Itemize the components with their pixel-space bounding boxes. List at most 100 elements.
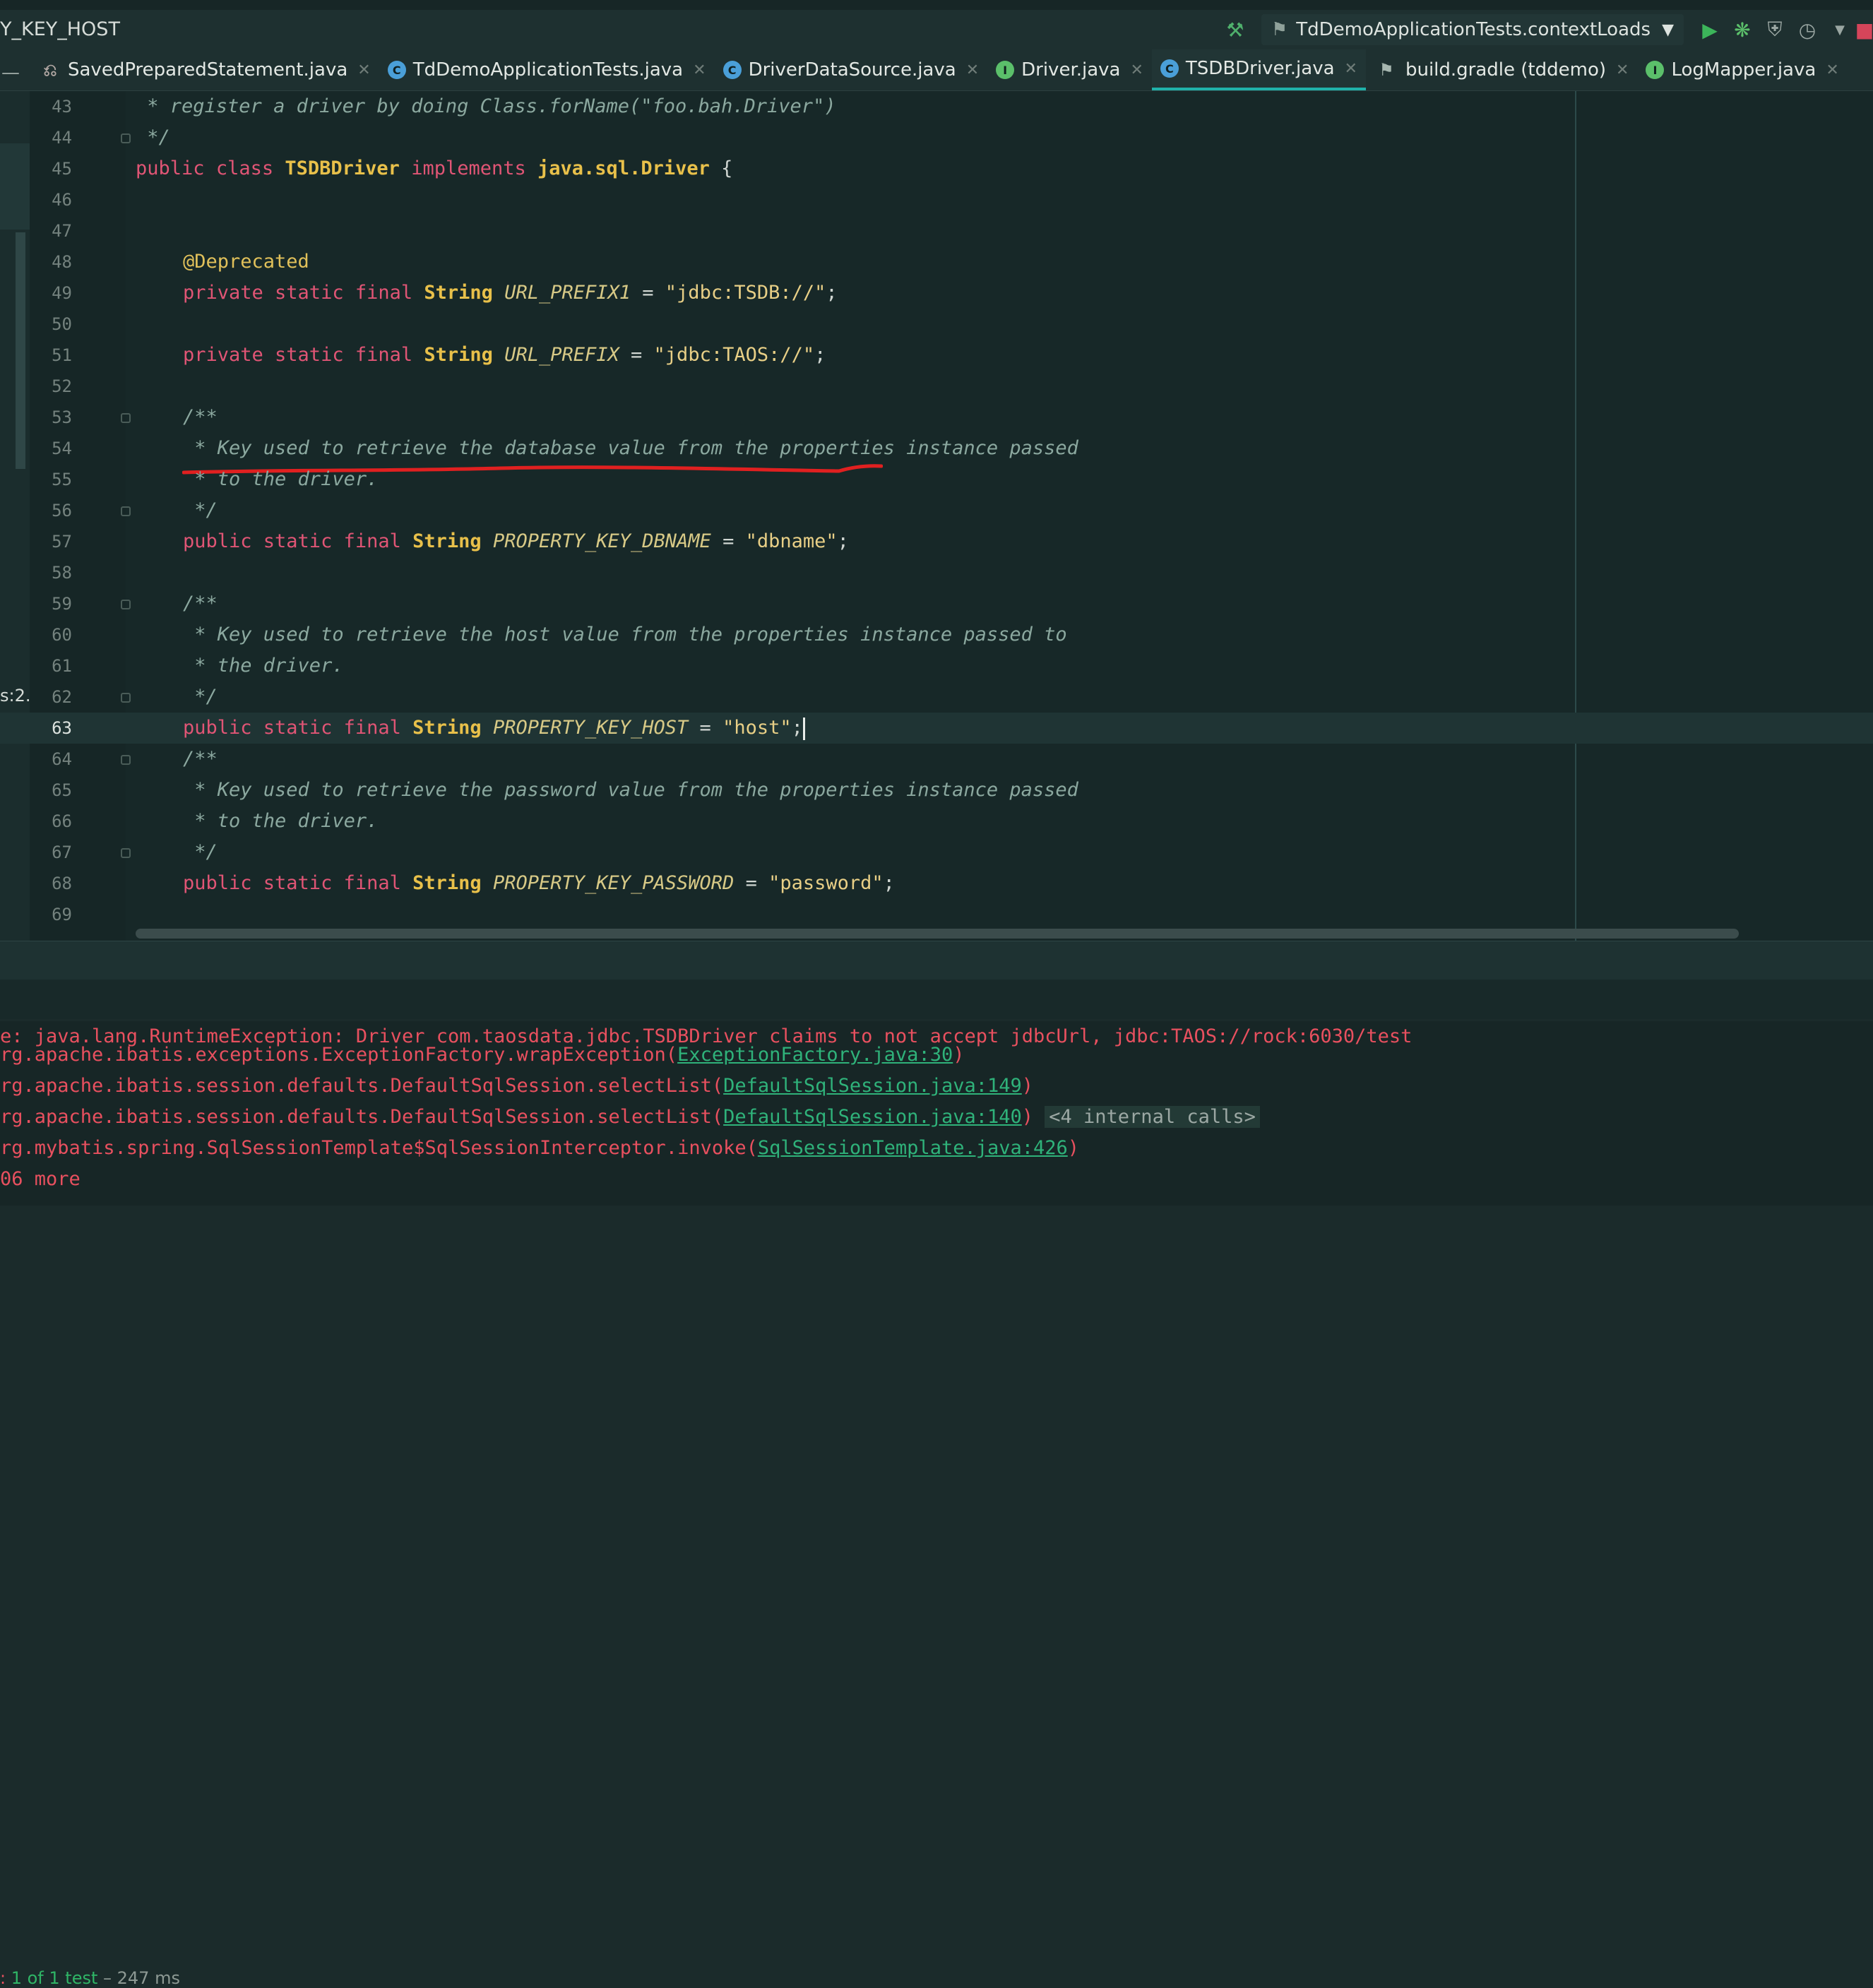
- tab-label: build.gradle (tddemo): [1405, 59, 1607, 81]
- test-pass-count: 1 of 1 test: [11, 1968, 98, 1988]
- string-literal: "jdbc:TSDB://": [665, 282, 826, 304]
- line-number: 45: [52, 159, 72, 179]
- code-line-68: public static final String PROPERTY_KEY_…: [183, 868, 895, 899]
- profile-icon[interactable]: ◷: [1791, 18, 1824, 42]
- stack-trace-line: 06 more: [0, 1168, 81, 1190]
- fold-marker[interactable]: [121, 133, 131, 143]
- line-number: 69: [52, 905, 72, 924]
- stop-icon[interactable]: ■: [1855, 18, 1873, 42]
- source-link[interactable]: DefaultSqlSession.java:140: [723, 1106, 1022, 1128]
- fold-marker[interactable]: [121, 693, 131, 703]
- close-icon[interactable]: ✕: [1826, 61, 1838, 79]
- breadcrumb[interactable]: Y_KEY_HOST: [0, 18, 120, 40]
- code-line-53: /**: [183, 406, 218, 428]
- fold-marker[interactable]: [121, 506, 131, 516]
- code-line-45: public class TSDBDriver implements java.…: [136, 153, 732, 184]
- tab-driver[interactable]: I Driver.java ✕: [987, 49, 1152, 90]
- project-panel-edge: s:2.: [0, 91, 31, 941]
- interface-icon: I: [996, 61, 1015, 79]
- test-duration: – 247 ms: [97, 1968, 180, 1988]
- stack-trace-line: rg.apache.ibatis.exceptions.ExceptionFac…: [0, 1040, 964, 1071]
- code-line-67: */: [183, 841, 218, 863]
- source-link[interactable]: SqlSessionTemplate.java:426: [758, 1137, 1068, 1159]
- line-number: 49: [52, 283, 72, 303]
- tab-tddemoapplicationtests[interactable]: C TdDemoApplicationTests.java ✕: [379, 49, 715, 90]
- stack-frame-text: rg.mybatis.spring.SqlSessionTemplate$Sql…: [0, 1137, 758, 1159]
- keyword: class: [215, 157, 274, 179]
- code-line-55: * to the driver.: [183, 468, 379, 490]
- close-icon[interactable]: ✕: [357, 61, 370, 79]
- close-icon[interactable]: ✕: [966, 61, 979, 79]
- semicolon: ;: [791, 717, 803, 739]
- panel-scroll-marker[interactable]: [16, 232, 25, 469]
- more-run-options-icon[interactable]: ▼: [1824, 23, 1856, 37]
- fold-marker[interactable]: [121, 413, 131, 423]
- gradle-icon: ⚑: [1379, 60, 1394, 80]
- right-margin-guide: [1575, 91, 1576, 941]
- source-link[interactable]: ExceptionFactory.java:30: [677, 1044, 953, 1066]
- line-number: 51: [52, 345, 72, 365]
- source-link[interactable]: DefaultSqlSession.java:149: [723, 1075, 1022, 1097]
- line-number: 54: [52, 439, 72, 458]
- line-number: 58: [52, 563, 72, 583]
- line-number: 67: [52, 843, 72, 862]
- line-number: 46: [52, 190, 72, 210]
- editor-tab-bar: — ⎌ SavedPreparedStatement.java ✕ C TdDe…: [0, 49, 1873, 91]
- fold-marker[interactable]: [121, 755, 131, 765]
- paren: ): [1021, 1106, 1033, 1128]
- tab-build-gradle[interactable]: ⚑ build.gradle (tddemo) ✕: [1366, 49, 1637, 90]
- tab-logmapper[interactable]: I LogMapper.java ✕: [1637, 49, 1847, 90]
- type: String: [412, 530, 482, 552]
- code-line-61: * the driver.: [183, 655, 344, 677]
- close-icon[interactable]: ✕: [1130, 61, 1143, 79]
- side-text: s:2.: [0, 686, 31, 706]
- code-line-56: */: [183, 499, 218, 521]
- type: String: [424, 344, 493, 366]
- operator: =: [723, 530, 735, 552]
- hammer-icon[interactable]: ⚒: [1219, 18, 1251, 42]
- close-icon[interactable]: ✕: [1345, 60, 1357, 78]
- test-summary-prefix: :: [0, 1968, 11, 1988]
- console-output[interactable]: e: java.lang.RuntimeException: Driver co…: [0, 1021, 1873, 1206]
- tab-savedpreparedstatement[interactable]: ⎌ SavedPreparedStatement.java ✕: [31, 49, 379, 90]
- run-icon[interactable]: ▶: [1694, 18, 1726, 42]
- test-result-bar: : 1 of 1 test – 247 ms: [0, 980, 1873, 1988]
- text-cursor: [802, 717, 805, 740]
- code-editor[interactable]: s:2. 43 44 45 46 47 48 49 50 51 52 53 54…: [0, 91, 1873, 941]
- line-number: 43: [52, 97, 72, 117]
- tab-driverdatasource[interactable]: C DriverDataSource.java ✕: [715, 49, 988, 90]
- semicolon: ;: [837, 530, 849, 552]
- coverage-icon[interactable]: ⛨: [1759, 18, 1791, 42]
- line-number: 68: [52, 874, 72, 893]
- code-line-65: * Key used to retrieve the password valu…: [183, 779, 1078, 801]
- field-name: PROPERTY_KEY_PASSWORD: [492, 872, 735, 894]
- operator: =: [631, 344, 643, 366]
- string-literal: "password": [768, 872, 884, 894]
- run-toolbar: ⚒ ⚑ TdDemoApplicationTests.contextLoads …: [1219, 10, 1873, 49]
- code-line-44: */: [136, 126, 170, 148]
- close-icon[interactable]: ✕: [1616, 61, 1629, 79]
- line-number: 61: [52, 656, 72, 676]
- test-summary: : 1 of 1 test – 247 ms: [0, 1968, 180, 1988]
- tab-label: DriverDataSource.java: [748, 59, 956, 81]
- line-number: 52: [52, 376, 72, 396]
- tab-tsdbdriver[interactable]: C TSDBDriver.java ✕: [1151, 49, 1366, 90]
- stack-frame-text: rg.apache.ibatis.session.defaults.Defaul…: [0, 1075, 724, 1097]
- collapse-icon[interactable]: —: [0, 62, 21, 83]
- debug-icon[interactable]: ❋: [1726, 18, 1759, 42]
- fold-marker[interactable]: [121, 848, 131, 858]
- type: String: [412, 872, 482, 894]
- operator: =: [642, 282, 654, 304]
- db-class-icon: ⎌: [43, 60, 57, 80]
- line-number: 50: [52, 314, 72, 334]
- top-navigation-bar: Y_KEY_HOST ⚒ ⚑ TdDemoApplicationTests.co…: [0, 0, 1873, 49]
- run-configuration-selector[interactable]: ⚑ TdDemoApplicationTests.contextLoads ▼: [1261, 14, 1684, 45]
- internal-calls-fold[interactable]: <4 internal calls>: [1045, 1106, 1260, 1128]
- fold-marker[interactable]: [121, 600, 131, 609]
- paren: ): [1067, 1137, 1080, 1159]
- close-icon[interactable]: ✕: [693, 61, 706, 79]
- line-number: 65: [52, 780, 72, 800]
- horizontal-scrollbar[interactable]: [136, 929, 1739, 939]
- run-configuration-label: TdDemoApplicationTests.contextLoads: [1296, 19, 1651, 40]
- tab-label: Driver.java: [1021, 59, 1121, 81]
